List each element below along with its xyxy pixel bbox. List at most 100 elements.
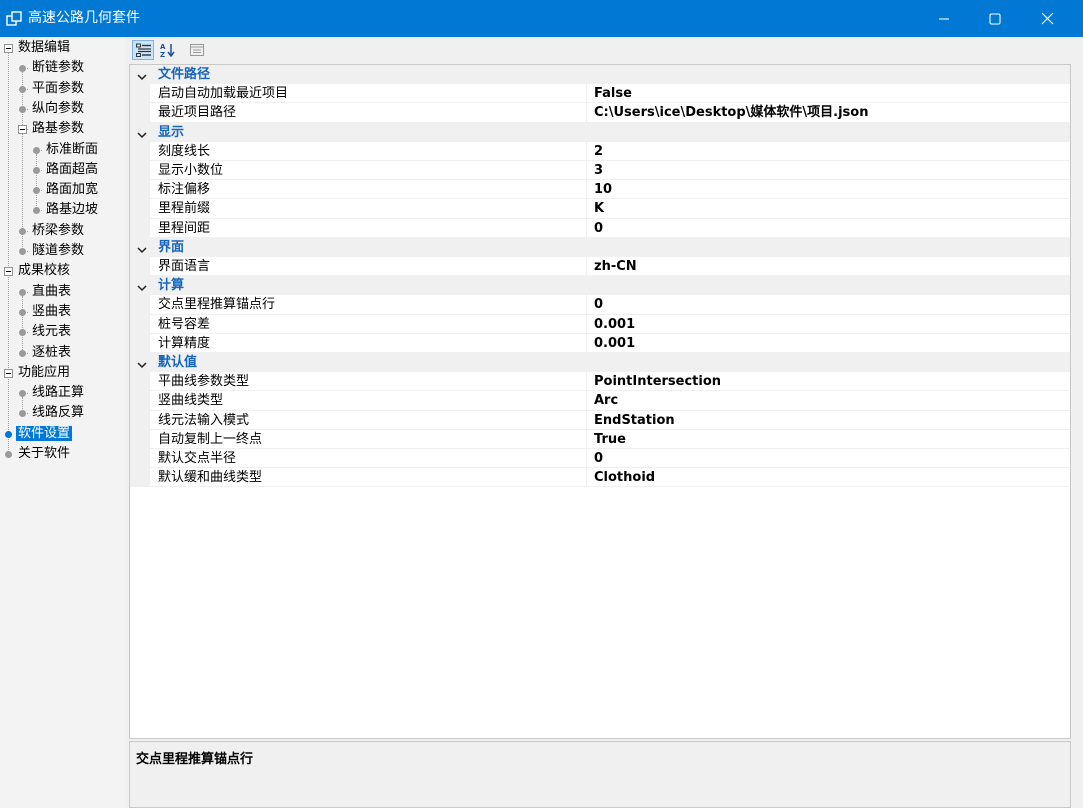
column-separator[interactable] bbox=[586, 199, 587, 218]
tree-item[interactable]: 逐桩表 bbox=[30, 343, 73, 363]
property-row[interactable]: 交点里程推算锚点行 0 bbox=[130, 295, 1070, 315]
column-separator[interactable] bbox=[586, 218, 587, 237]
column-separator[interactable] bbox=[586, 180, 587, 199]
row-gutter bbox=[130, 410, 150, 429]
property-row[interactable]: 默认交点半径 0 bbox=[130, 449, 1070, 469]
column-separator[interactable] bbox=[586, 103, 587, 122]
property-row[interactable]: 显示小数位 3 bbox=[130, 161, 1070, 181]
property-value[interactable]: 0.001 bbox=[594, 315, 635, 334]
column-separator[interactable] bbox=[586, 429, 587, 448]
property-row[interactable]: 里程前缀 K bbox=[130, 199, 1070, 219]
column-separator[interactable] bbox=[586, 257, 587, 276]
property-row[interactable]: 自动复制上一终点 True bbox=[130, 429, 1070, 449]
property-value[interactable]: 10 bbox=[594, 180, 612, 199]
tree-item[interactable]: 线路反算 bbox=[30, 403, 86, 423]
property-value[interactable]: False bbox=[594, 84, 632, 103]
property-value[interactable]: C:\Users\ice\Desktop\媒体软件\项目.json bbox=[594, 103, 868, 122]
tree-item[interactable]: 线元表 bbox=[30, 322, 73, 342]
property-value[interactable]: Arc bbox=[594, 391, 618, 410]
minimize-button[interactable] bbox=[919, 0, 969, 37]
tree-node-dot-icon bbox=[19, 248, 26, 255]
property-name: 默认交点半径 bbox=[158, 451, 237, 466]
property-value[interactable]: Clothoid bbox=[594, 468, 655, 487]
property-value[interactable]: 3 bbox=[594, 161, 603, 180]
property-row[interactable]: 平曲线参数类型 PointIntersection bbox=[130, 372, 1070, 392]
tree-item-label: 数据编辑 bbox=[18, 40, 71, 55]
maximize-button[interactable] bbox=[970, 0, 1020, 37]
property-row[interactable]: 桩号容差 0.001 bbox=[130, 314, 1070, 334]
category-row[interactable]: 计算 bbox=[130, 276, 1070, 296]
settings-pane: A Z 文件路径 启动自动加载最近项目 False 最近项目路径 C:\Users\ic… bbox=[128, 37, 1072, 808]
tree-item[interactable]: 隧道参数 bbox=[30, 241, 86, 261]
tree-item[interactable]: 直曲表 bbox=[30, 282, 73, 302]
tree-item[interactable]: 软件设置 bbox=[16, 424, 73, 444]
property-value[interactable]: 0 bbox=[594, 449, 603, 468]
tree-item[interactable]: 标准断面 bbox=[44, 140, 100, 160]
property-row[interactable]: 里程间距 0 bbox=[130, 218, 1070, 238]
tree-item[interactable]: 路面加宽 bbox=[44, 180, 100, 200]
close-button[interactable] bbox=[1022, 0, 1072, 37]
alphabetical-sort-button[interactable]: A Z bbox=[157, 40, 179, 60]
category-row[interactable]: 显示 bbox=[130, 122, 1070, 143]
column-separator[interactable] bbox=[586, 161, 587, 180]
tree-item[interactable]: 断链参数 bbox=[30, 58, 86, 78]
column-separator[interactable] bbox=[586, 391, 587, 410]
property-row[interactable]: 竖曲线类型 Arc bbox=[130, 391, 1070, 411]
column-separator[interactable] bbox=[586, 141, 587, 160]
column-separator[interactable] bbox=[586, 333, 587, 352]
property-row[interactable]: 线元法输入模式 EndStation bbox=[130, 410, 1070, 430]
chevron-down-icon[interactable] bbox=[137, 70, 147, 85]
collapse-icon[interactable] bbox=[4, 267, 13, 277]
tree-item[interactable]: 线路正算 bbox=[30, 383, 86, 403]
tree-item[interactable]: 路基参数 bbox=[30, 119, 86, 139]
property-value[interactable]: 0 bbox=[594, 295, 603, 314]
row-gutter bbox=[130, 314, 150, 333]
tree-item[interactable]: 平面参数 bbox=[30, 79, 86, 99]
property-row[interactable]: 界面语言 zh-CN bbox=[130, 257, 1070, 277]
chevron-down-icon[interactable] bbox=[137, 358, 147, 373]
tree-item[interactable]: 数据编辑 bbox=[16, 38, 72, 58]
column-separator[interactable] bbox=[586, 314, 587, 333]
categorized-view-button[interactable] bbox=[132, 40, 154, 60]
tree-item[interactable]: 路基边坡 bbox=[44, 200, 100, 220]
tree-item[interactable]: 桥梁参数 bbox=[30, 221, 86, 241]
property-row[interactable]: 启动自动加载最近项目 False bbox=[130, 84, 1070, 104]
chevron-down-icon[interactable] bbox=[137, 243, 147, 258]
tree-item-label: 断链参数 bbox=[32, 60, 85, 76]
column-separator[interactable] bbox=[586, 468, 587, 487]
tree-item[interactable]: 成果校核 bbox=[16, 261, 72, 281]
collapse-icon[interactable] bbox=[18, 125, 27, 135]
category-row[interactable]: 界面 bbox=[130, 237, 1070, 258]
column-separator[interactable] bbox=[586, 295, 587, 314]
property-row[interactable]: 标注偏移 10 bbox=[130, 180, 1070, 200]
property-value[interactable]: K bbox=[594, 199, 604, 218]
property-value[interactable]: True bbox=[594, 430, 626, 449]
property-row[interactable]: 计算精度 0.001 bbox=[130, 333, 1070, 353]
property-value[interactable]: 0.001 bbox=[594, 334, 635, 353]
column-separator[interactable] bbox=[586, 410, 587, 429]
tree-item[interactable]: 纵向参数 bbox=[30, 99, 86, 119]
property-row[interactable]: 最近项目路径 C:\Users\ice\Desktop\媒体软件\项目.json bbox=[130, 103, 1070, 123]
column-separator[interactable] bbox=[586, 449, 587, 468]
column-separator[interactable] bbox=[586, 372, 587, 391]
column-separator[interactable] bbox=[586, 84, 587, 103]
property-value[interactable]: EndStation bbox=[594, 411, 675, 430]
property-row[interactable]: 刻度线长 2 bbox=[130, 141, 1070, 161]
collapse-icon[interactable] bbox=[4, 44, 13, 53]
property-pages-button[interactable] bbox=[186, 40, 208, 60]
property-value[interactable]: PointIntersection bbox=[594, 372, 721, 391]
tree-item[interactable]: 竖曲表 bbox=[30, 302, 73, 322]
category-row[interactable]: 默认值 bbox=[130, 353, 1070, 373]
tree-item[interactable]: 关于软件 bbox=[16, 444, 72, 464]
tree-item[interactable]: 路面超高 bbox=[44, 160, 100, 180]
property-value[interactable]: 2 bbox=[594, 142, 603, 161]
collapse-icon[interactable] bbox=[4, 368, 13, 378]
tree-item[interactable]: 功能应用 bbox=[16, 363, 72, 383]
chevron-down-icon[interactable] bbox=[137, 128, 147, 143]
property-name: 刻度线长 bbox=[158, 143, 211, 159]
chevron-down-icon[interactable] bbox=[137, 281, 147, 296]
property-value[interactable]: 0 bbox=[594, 219, 603, 238]
category-row[interactable]: 文件路径 bbox=[130, 65, 1070, 85]
property-row[interactable]: 默认缓和曲线类型 Clothoid bbox=[130, 468, 1070, 488]
property-value[interactable]: zh-CN bbox=[594, 257, 637, 276]
